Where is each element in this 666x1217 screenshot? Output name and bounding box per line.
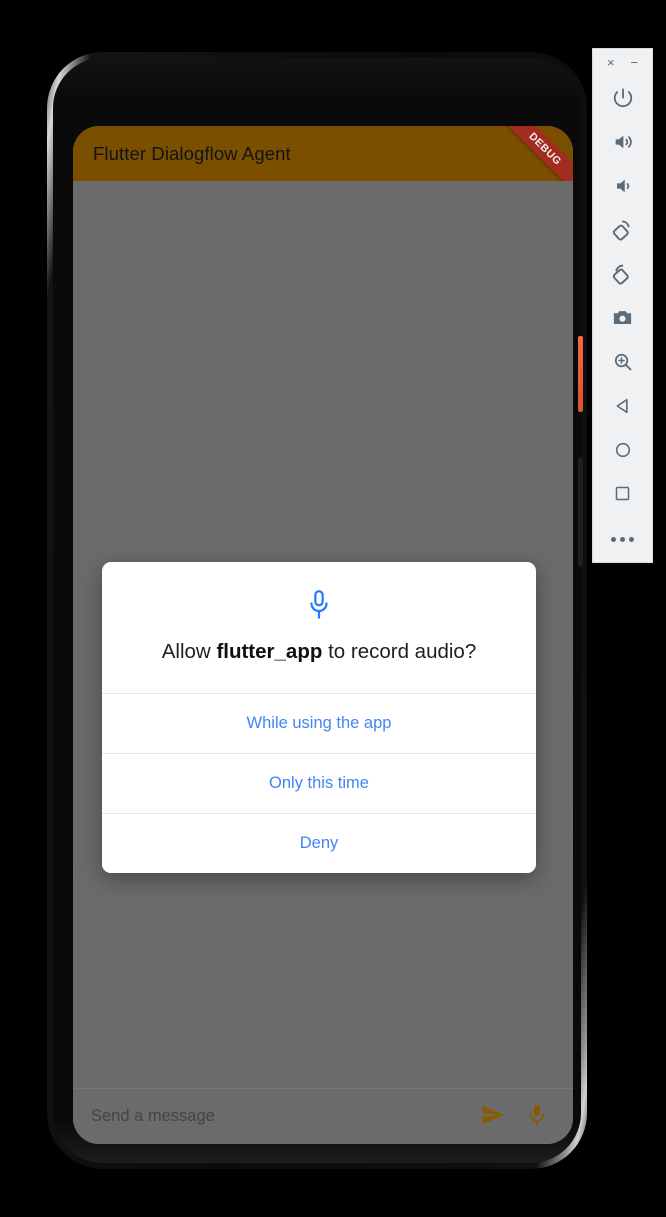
- voice-input-button[interactable]: [515, 1095, 559, 1139]
- while-using-the-app-button[interactable]: While using the app: [102, 692, 536, 753]
- microphone-icon: [525, 1103, 549, 1130]
- permission-dialog: Allow flutter_app to record audio? While…: [102, 562, 536, 873]
- message-input-bar: [73, 1088, 573, 1144]
- home-button[interactable]: [601, 429, 645, 473]
- app-bar: Flutter Dialogflow Agent DEBUG: [73, 126, 573, 181]
- back-triangle-icon: [613, 396, 633, 419]
- message-input[interactable]: [91, 1107, 471, 1126]
- volume-hardware-rocker[interactable]: [578, 458, 583, 566]
- power-icon: [612, 87, 634, 112]
- dialog-message: Allow flutter_app to record audio?: [124, 639, 514, 666]
- rotate-right-button[interactable]: [601, 253, 645, 297]
- screenshot-button[interactable]: [601, 297, 645, 341]
- overview-square-icon: [613, 484, 632, 506]
- send-icon: [480, 1102, 506, 1131]
- zoom-in-icon: [612, 351, 634, 376]
- screenshot-root: Flutter Dialogflow Agent DEBUG Send a me…: [0, 0, 666, 1217]
- page-title: Flutter Dialogflow Agent: [93, 142, 291, 164]
- overview-button[interactable]: [601, 473, 645, 517]
- zoom-button[interactable]: [601, 341, 645, 385]
- dialog-header: Allow flutter_app to record audio?: [102, 562, 536, 693]
- only-this-time-button[interactable]: Only this time: [102, 752, 536, 813]
- rotate-left-icon: [611, 218, 634, 244]
- power-hardware-button[interactable]: [578, 336, 583, 412]
- dialog-message-prefix: Allow: [161, 640, 217, 663]
- volume-down-icon: [612, 175, 634, 200]
- back-button[interactable]: [601, 385, 645, 429]
- volume-up-icon: [612, 131, 634, 156]
- home-circle-icon: [613, 440, 633, 463]
- close-icon[interactable]: ×: [602, 53, 620, 71]
- more-dots-icon: [611, 536, 634, 542]
- window-controls: × −: [593, 49, 652, 75]
- emulator-toolbar: × −: [592, 48, 653, 563]
- power-button[interactable]: [601, 77, 645, 121]
- phone-screen: Flutter Dialogflow Agent DEBUG Send a me…: [73, 126, 573, 1144]
- rotate-left-button[interactable]: [601, 209, 645, 253]
- phone-bezel: Flutter Dialogflow Agent DEBUG Send a me…: [53, 58, 583, 1163]
- phone-device-frame: Flutter Dialogflow Agent DEBUG Send a me…: [47, 52, 587, 1169]
- send-button[interactable]: [471, 1095, 515, 1139]
- deny-button[interactable]: Deny: [102, 812, 536, 873]
- microphone-icon: [124, 590, 514, 620]
- dialog-message-suffix: to record audio?: [322, 640, 477, 663]
- debug-banner: DEBUG: [494, 126, 573, 181]
- more-button[interactable]: [601, 517, 645, 561]
- rotate-right-icon: [611, 262, 634, 288]
- volume-up-button[interactable]: [601, 121, 645, 165]
- debug-banner-label: DEBUG: [526, 130, 564, 168]
- dialog-app-name: flutter_app: [216, 640, 323, 663]
- volume-down-button[interactable]: [601, 165, 645, 209]
- emulator-toolbar-buttons: [601, 77, 645, 561]
- camera-icon: [611, 306, 634, 332]
- minimize-icon[interactable]: −: [625, 53, 643, 71]
